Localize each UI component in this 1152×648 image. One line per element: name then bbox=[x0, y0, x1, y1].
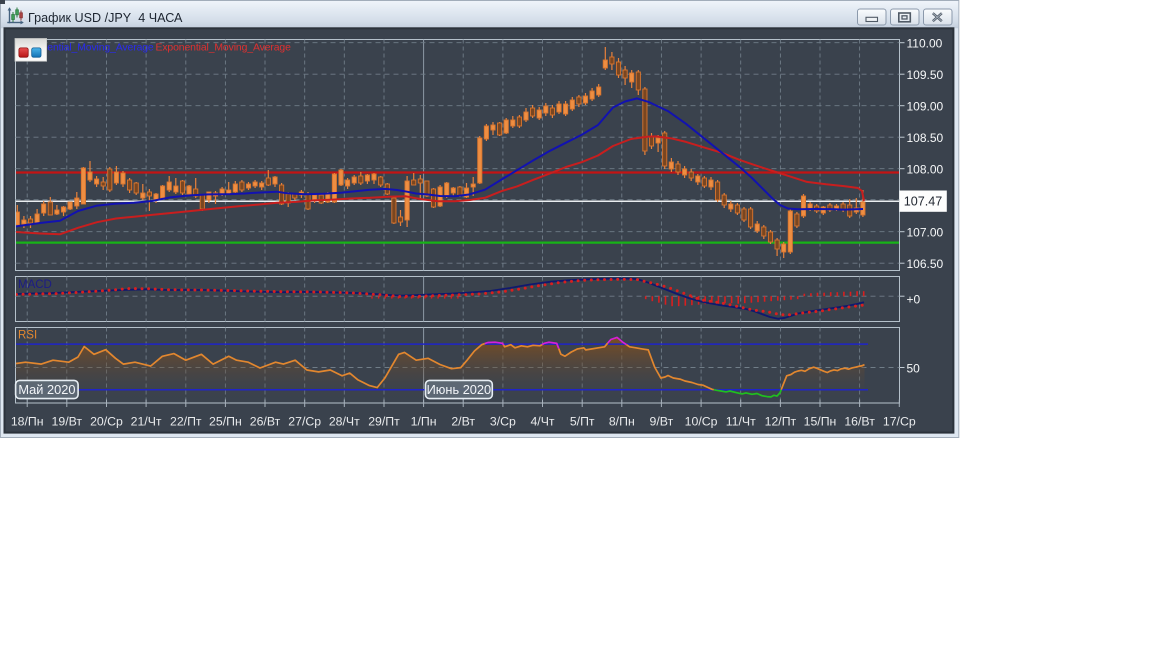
svg-text:109.00: 109.00 bbox=[907, 100, 944, 114]
svg-text:3/Ср: 3/Ср bbox=[490, 415, 516, 429]
svg-text:12/Пт: 12/Пт bbox=[765, 415, 797, 429]
svg-text:26/Вт: 26/Вт bbox=[250, 415, 281, 429]
svg-text:22/Пт: 22/Пт bbox=[170, 415, 202, 429]
svg-text:8/Пн: 8/Пн bbox=[609, 415, 635, 429]
svg-text:25/Пн: 25/Пн bbox=[209, 415, 242, 429]
svg-text:18/Пн: 18/Пн bbox=[11, 415, 44, 429]
svg-text:11/Чт: 11/Чт bbox=[726, 415, 756, 429]
svg-text:108.00: 108.00 bbox=[907, 163, 944, 177]
svg-text:4/Чт: 4/Чт bbox=[530, 415, 554, 429]
svg-text:20/Ср: 20/Ср bbox=[90, 415, 123, 429]
svg-text:10/Ср: 10/Ср bbox=[685, 415, 718, 429]
svg-text:Май 2020: Май 2020 bbox=[18, 382, 75, 397]
svg-text:1/Пн: 1/Пн bbox=[411, 415, 437, 429]
svg-text:107.00: 107.00 bbox=[907, 226, 944, 240]
svg-text:ential_Moving_Average: ential_Moving_Average bbox=[47, 43, 154, 54]
svg-text:21/Чт: 21/Чт bbox=[131, 415, 162, 429]
svg-text:29/Пт: 29/Пт bbox=[368, 415, 400, 429]
svg-text:27/Ср: 27/Ср bbox=[288, 415, 321, 429]
svg-text:График USD /JPY 4 ЧАСА: График USD /JPY 4 ЧАСА bbox=[28, 11, 183, 25]
svg-text:110.00: 110.00 bbox=[907, 37, 943, 51]
svg-text:MACD: MACD bbox=[18, 279, 52, 291]
svg-text:RSI: RSI bbox=[18, 330, 37, 342]
svg-text:106.50: 106.50 bbox=[907, 257, 944, 271]
svg-text:108.50: 108.50 bbox=[907, 131, 944, 145]
svg-text:2/Вт: 2/Вт bbox=[451, 415, 475, 429]
svg-text:19/Вт: 19/Вт bbox=[52, 415, 83, 429]
svg-text:9/Вт: 9/Вт bbox=[650, 415, 674, 429]
svg-text:15/Пн: 15/Пн bbox=[804, 415, 837, 429]
svg-text:16/Вт: 16/Вт bbox=[844, 415, 875, 429]
svg-text:28/Чт: 28/Чт bbox=[329, 415, 360, 429]
svg-text:17/Ср: 17/Ср bbox=[883, 415, 916, 429]
svg-text:Июнь 2020: Июнь 2020 bbox=[427, 382, 492, 397]
svg-text:5/Пт: 5/Пт bbox=[570, 415, 595, 429]
svg-text:107.47: 107.47 bbox=[904, 195, 943, 209]
svg-text:50: 50 bbox=[907, 362, 921, 376]
svg-text:+0: +0 bbox=[907, 293, 921, 307]
svg-text:Exponential_Moving_Average: Exponential_Moving_Average bbox=[156, 43, 292, 54]
svg-text:109.50: 109.50 bbox=[907, 68, 944, 82]
